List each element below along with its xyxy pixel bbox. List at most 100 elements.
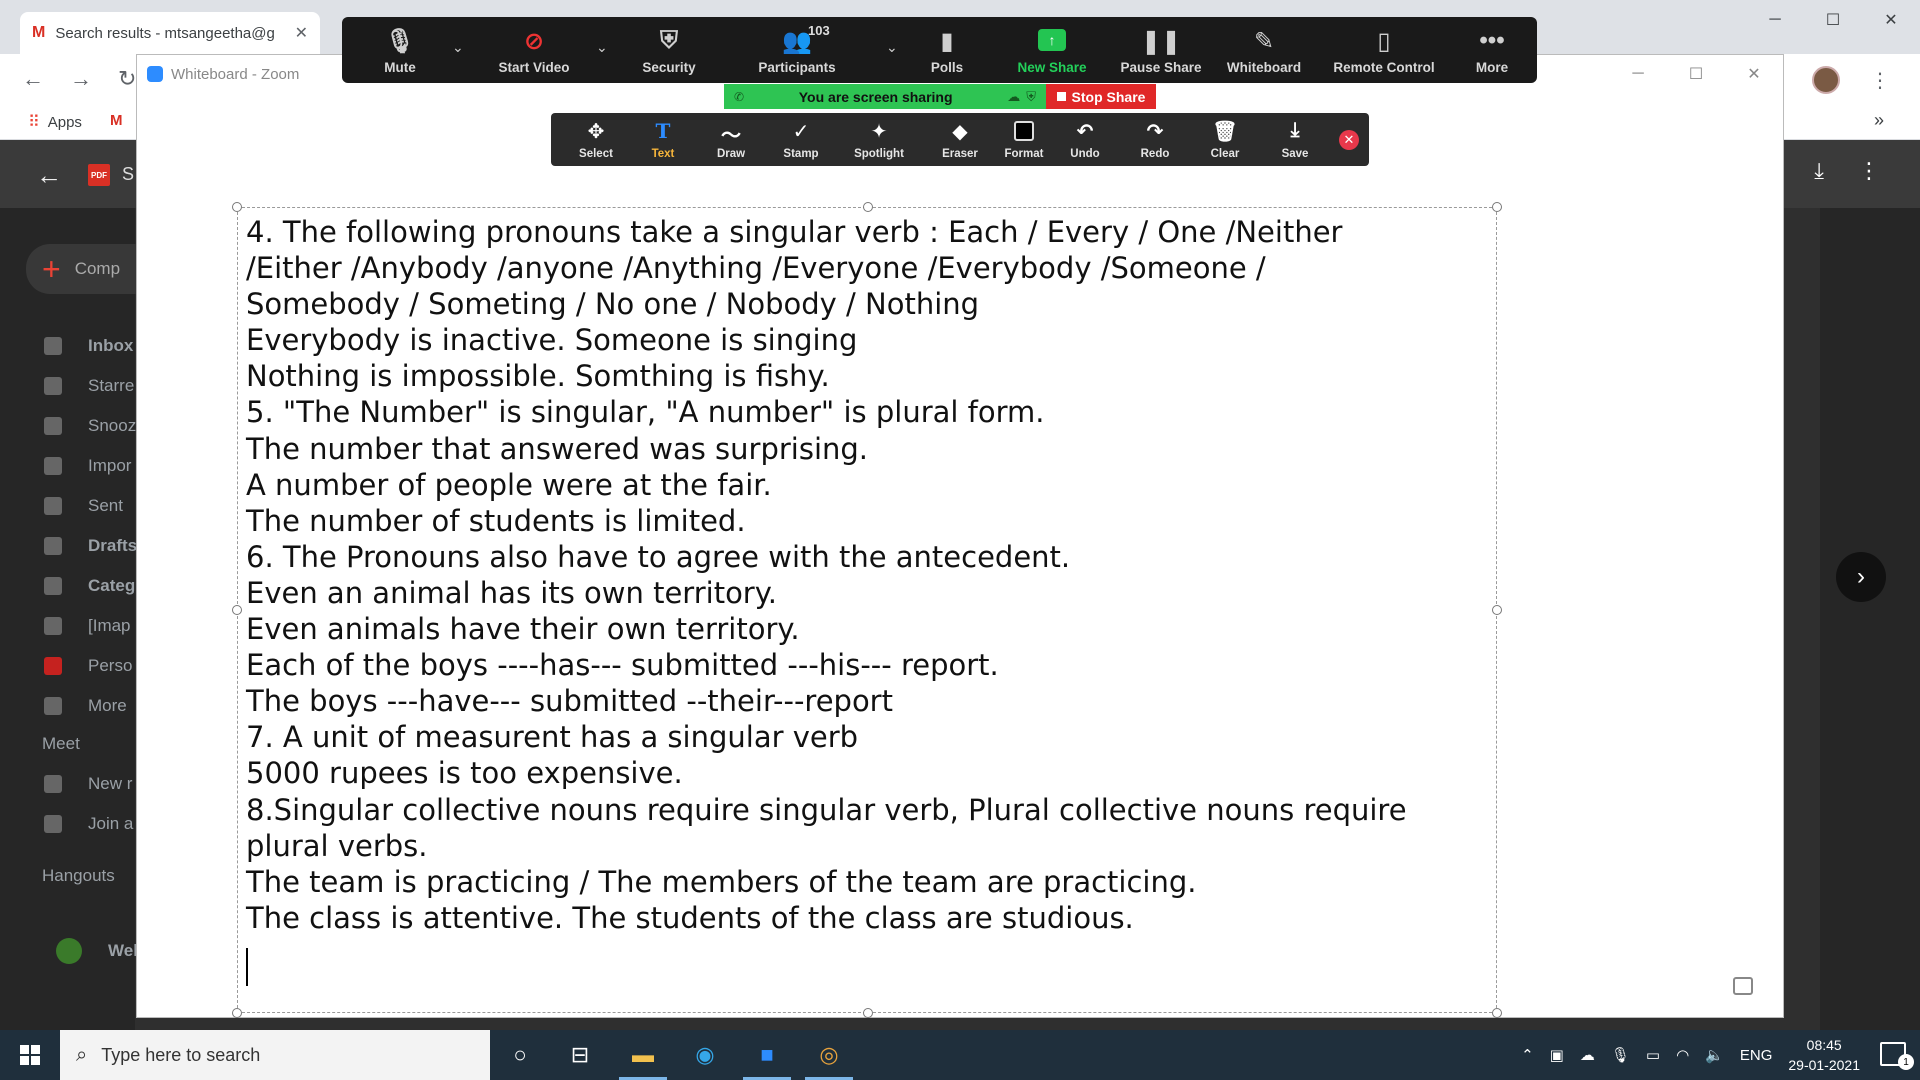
- text-tool[interactable]: T Text: [643, 113, 683, 166]
- more-button[interactable]: ••• More: [1470, 17, 1514, 83]
- task-view-icon[interactable]: ⊟: [565, 1040, 595, 1070]
- eraser-label: Eraser: [942, 148, 978, 160]
- resize-handle[interactable]: [863, 1008, 873, 1018]
- onedrive-cloud-icon[interactable]: ☁: [1580, 1046, 1595, 1064]
- whiteboard-text-line: Everybody is inactive. Someone is singin…: [246, 323, 858, 358]
- whiteboard-text-line: 7. A unit of measurent has a singular ve…: [246, 720, 859, 755]
- resize-handle[interactable]: [1492, 1008, 1502, 1018]
- new-share-button[interactable]: ↑ New Share: [1012, 17, 1092, 83]
- chrome-app-icon[interactable]: ◎: [814, 1040, 844, 1070]
- close-window-icon[interactable]: ✕: [1725, 55, 1783, 93]
- save-button[interactable]: ⤓ Save: [1275, 113, 1315, 166]
- participants-button[interactable]: 👥 103 Participants: [752, 17, 842, 83]
- microphone-tray-icon[interactable]: 🎙: [1611, 1046, 1630, 1064]
- stop-share-label: Stop Share: [1071, 88, 1146, 105]
- back-icon[interactable]: ←: [22, 66, 44, 92]
- new-share-label: New Share: [1017, 60, 1087, 75]
- download-icon[interactable]: ⤓: [1814, 158, 1824, 184]
- minimize-icon[interactable]: ─: [1746, 0, 1804, 40]
- cortana-icon[interactable]: ○: [505, 1040, 535, 1070]
- minimize-icon[interactable]: ─: [1609, 55, 1667, 93]
- volume-icon[interactable]: 🔈: [1705, 1046, 1724, 1064]
- close-annotation-icon[interactable]: ✕: [1339, 130, 1359, 150]
- hangouts-avatar-icon: [56, 938, 82, 964]
- polls-label: Polls: [930, 60, 964, 75]
- hangouts-user[interactable]: Welc: [56, 938, 147, 964]
- sidebar-item-snoozed[interactable]: Snooz: [44, 416, 136, 436]
- clear-button[interactable]: 🗑 Clear: [1205, 113, 1245, 166]
- browser-menu-icon[interactable]: ⋮: [1870, 68, 1890, 93]
- start-button[interactable]: [0, 1030, 60, 1080]
- maximize-icon[interactable]: ☐: [1667, 55, 1725, 93]
- participants-chevron-icon[interactable]: ⌄: [886, 39, 898, 56]
- resize-handle[interactable]: [232, 605, 242, 615]
- sidebar-item-sent[interactable]: Sent: [44, 496, 123, 516]
- audio-options-chevron-icon[interactable]: ⌄: [452, 39, 464, 56]
- undo-icon: ↶: [1076, 121, 1094, 143]
- reload-icon[interactable]: ↻: [118, 66, 136, 92]
- back-arrow-icon[interactable]: ←: [36, 160, 62, 191]
- sidebar-item-personal[interactable]: Perso: [44, 656, 132, 676]
- undo-label: Undo: [1070, 148, 1100, 160]
- notification-count: 1: [1898, 1054, 1914, 1070]
- video-options-chevron-icon[interactable]: ⌄: [596, 39, 608, 56]
- chevron-up-icon[interactable]: ⌃: [1521, 1046, 1534, 1064]
- edge-browser-icon[interactable]: ◉: [690, 1040, 720, 1070]
- select-tool[interactable]: ✥ Select: [573, 113, 619, 166]
- redo-button[interactable]: ↷ Redo: [1135, 113, 1175, 166]
- sidebar-item-more[interactable]: More: [44, 696, 127, 716]
- camera-icon[interactable]: ▣: [1550, 1046, 1564, 1064]
- zoom-app-icon[interactable]: ■: [752, 1040, 782, 1070]
- maximize-icon[interactable]: ☐: [1804, 0, 1862, 40]
- resize-handle[interactable]: [1492, 605, 1502, 615]
- stop-share-button[interactable]: Stop Share: [1046, 84, 1156, 109]
- bookmark-apps[interactable]: ⠿ Apps: [28, 112, 82, 132]
- sidebar-item-inbox[interactable]: Inbox: [44, 336, 133, 356]
- resize-handle[interactable]: [863, 202, 873, 212]
- sidebar-label: Inbox: [88, 336, 134, 355]
- close-tab-icon[interactable]: ✕: [295, 23, 308, 43]
- resize-handle[interactable]: [232, 202, 242, 212]
- input-language[interactable]: ENG: [1740, 1047, 1773, 1064]
- profile-avatar[interactable]: [1812, 66, 1840, 94]
- format-tool[interactable]: Format: [999, 113, 1049, 166]
- pencil-icon: ✎: [1253, 28, 1275, 55]
- whiteboard-text-box[interactable]: 4. The following pronouns take a singula…: [232, 202, 1502, 1018]
- next-page-button[interactable]: ›: [1836, 552, 1886, 602]
- resize-handle[interactable]: [1492, 202, 1502, 212]
- meet-join-meeting[interactable]: Join a: [44, 814, 133, 834]
- eraser-tool[interactable]: ◆ Eraser: [937, 113, 983, 166]
- pause-share-button[interactable]: ❚❚ Pause Share: [1118, 17, 1204, 83]
- taskbar-search-input[interactable]: ⌕ Type here to search: [60, 1030, 490, 1080]
- expand-corner-icon[interactable]: [1733, 977, 1753, 995]
- clock[interactable]: 08:45 29-01-2021: [1788, 1035, 1860, 1075]
- draw-tool[interactable]: 〜 Draw: [711, 113, 751, 166]
- forward-icon[interactable]: →: [70, 66, 92, 92]
- start-video-button[interactable]: ⊘ Start Video: [482, 17, 586, 83]
- close-window-icon[interactable]: ✕: [1862, 0, 1920, 40]
- security-button[interactable]: ⛨ Security: [634, 17, 704, 83]
- remote-control-button[interactable]: ▯ Remote Control: [1328, 17, 1440, 83]
- sidebar-item-important[interactable]: Impor: [44, 456, 131, 476]
- file-explorer-icon[interactable]: ▬: [628, 1040, 658, 1070]
- browser-tab-gmail[interactable]: M Search results - mtsangeetha@g ✕: [20, 12, 320, 54]
- more-bookmarks-icon[interactable]: »: [1874, 110, 1884, 131]
- resize-handle[interactable]: [232, 1008, 242, 1018]
- undo-button[interactable]: ↶ Undo: [1065, 113, 1105, 166]
- sidebar-item-starred[interactable]: Starre: [44, 376, 134, 396]
- viewer-menu-icon[interactable]: ⋮: [1858, 158, 1880, 184]
- bookmark-gmail[interactable]: M: [110, 112, 123, 129]
- security-label: Security: [642, 60, 696, 75]
- sidebar-item-categories[interactable]: Categ: [44, 576, 135, 596]
- stamp-tool[interactable]: ✓ Stamp: [779, 113, 823, 166]
- sidebar-item-imap[interactable]: [Imap: [44, 616, 131, 636]
- spotlight-tool[interactable]: ✦ Spotlight: [851, 113, 907, 166]
- meet-new-meeting[interactable]: New r: [44, 774, 132, 794]
- system-tray: ⌃ ▣ ☁ 🎙 ▭ ◠ 🔈 ENG 08:45 29-01-2021: [1521, 1030, 1860, 1080]
- wifi-icon[interactable]: ◠: [1676, 1046, 1689, 1064]
- battery-icon[interactable]: ▭: [1646, 1046, 1660, 1064]
- sidebar-item-drafts[interactable]: Drafts: [44, 536, 137, 556]
- whiteboard-button[interactable]: ✎ Whiteboard: [1222, 17, 1306, 83]
- mute-button[interactable]: 🎙 Mute: [372, 17, 428, 83]
- polls-button[interactable]: ▮ Polls: [922, 17, 972, 83]
